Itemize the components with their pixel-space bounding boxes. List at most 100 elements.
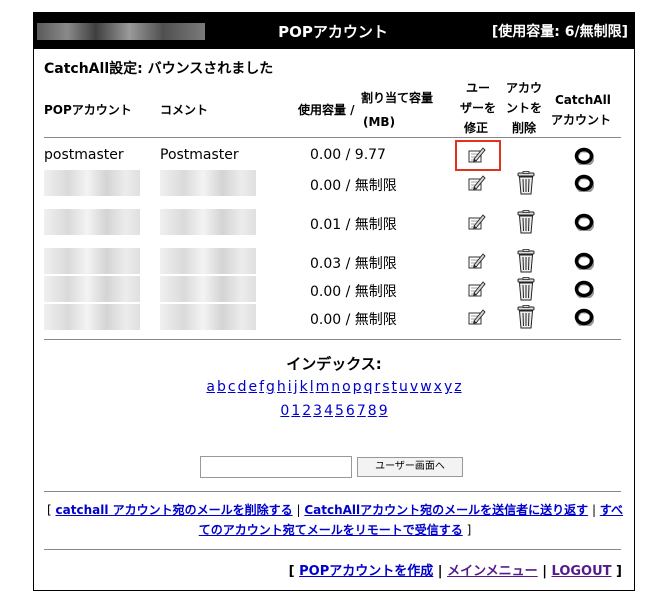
index-letter-h[interactable]: h	[277, 379, 286, 395]
delete-catchall-link[interactable]: catchall アカウント宛のメールを削除する	[56, 503, 293, 517]
separator: |	[433, 564, 448, 579]
index-digit-8[interactable]: 8	[368, 403, 377, 419]
table-row: postmaster Postmaster 0.00 / 9.77	[34, 143, 634, 169]
col-header-comment: コメント	[160, 103, 209, 117]
redacted-account	[44, 304, 140, 330]
table-row: 0.00 / 無制限	[34, 276, 634, 302]
delete-account-trash-icon[interactable]	[516, 171, 536, 195]
edit-user-icon[interactable]	[467, 307, 487, 327]
separator: |	[588, 503, 600, 517]
col-header-edit-1: ユー	[466, 81, 491, 95]
account-comment: Postmaster	[160, 147, 239, 163]
catchall-ring-icon[interactable]	[574, 147, 594, 165]
page-title: POPアカウント	[278, 23, 388, 41]
col-header-usage: 使用容量 /	[298, 103, 355, 117]
table-divider	[44, 339, 621, 340]
index-letter-s[interactable]: s	[382, 379, 389, 395]
redacted-account	[44, 209, 140, 235]
main-menu-link[interactable]: メインメニュー	[447, 564, 538, 579]
index-letter-f[interactable]: f	[259, 379, 264, 395]
index-letter-x[interactable]: x	[434, 379, 442, 395]
index-digit-3[interactable]: 3	[313, 403, 322, 419]
delete-account-trash-icon[interactable]	[516, 249, 536, 273]
index-letter-l[interactable]: l	[310, 379, 314, 395]
redacted-comment	[160, 276, 256, 302]
edit-user-icon[interactable]	[467, 251, 487, 271]
create-pop-account-link[interactable]: POPアカウントを作成	[299, 564, 433, 579]
redacted-account	[44, 248, 140, 274]
return-catchall-link[interactable]: CatchAllアカウント宛のメールを送信者に送り返す	[304, 503, 588, 517]
footer-nav: [ POPアカウントを作成 | メインメニュー | LOGOUT ]	[289, 560, 622, 579]
title-bar: POPアカウント [使用容量: 6/無制限]	[34, 13, 634, 49]
delete-account-trash-icon[interactable]	[516, 305, 536, 329]
col-header-edit-2: ザーを	[460, 101, 497, 115]
usage-value: 0.00 / 無制限	[310, 312, 397, 328]
col-header-catchall-2: アカウント	[551, 113, 612, 127]
delete-account-trash-icon[interactable]	[516, 210, 536, 234]
bracket-close: ]	[462, 523, 472, 537]
index-letter-t[interactable]: t	[392, 379, 398, 395]
redacted-account	[44, 170, 140, 196]
index-letter-q[interactable]: q	[364, 379, 373, 395]
index-letter-w[interactable]: w	[420, 379, 431, 395]
delete-account-trash-icon[interactable]	[516, 277, 536, 301]
index-letter-g[interactable]: g	[266, 379, 275, 395]
col-header-account: POPアカウント	[44, 103, 132, 117]
separator: |	[292, 503, 305, 517]
redacted-comment	[160, 170, 256, 196]
col-header-catchall-1: CatchAll	[555, 93, 611, 107]
index-letter-y[interactable]: y	[444, 379, 452, 395]
index-digit-5[interactable]: 5	[335, 403, 344, 419]
index-digit-7[interactable]: 7	[357, 403, 366, 419]
index-letter-c[interactable]: c	[228, 379, 236, 395]
index-letter-a[interactable]: a	[206, 379, 215, 395]
col-header-edit-3: 修正	[464, 121, 489, 135]
index-letter-b[interactable]: b	[217, 379, 226, 395]
col-header-delete-1: アカウ	[506, 81, 543, 95]
index-digit-2[interactable]: 2	[302, 403, 311, 419]
index-letter-j[interactable]: j	[294, 379, 298, 395]
catchall-ring-icon[interactable]	[574, 308, 594, 326]
user-search-input[interactable]	[200, 456, 352, 478]
catchall-ring-icon[interactable]	[574, 213, 594, 231]
usage-value: 0.00 / 無制限	[310, 284, 397, 300]
index-letter-r[interactable]: r	[374, 379, 380, 395]
index-letter-v[interactable]: v	[410, 379, 418, 395]
user-screen-button[interactable]: ユーザー画面へ	[357, 457, 463, 477]
index-letter-z[interactable]: z	[454, 379, 461, 395]
catchall-ring-icon[interactable]	[574, 252, 594, 270]
index-digit-0[interactable]: 0	[280, 403, 289, 419]
index-digit-1[interactable]: 1	[291, 403, 300, 419]
edit-user-icon[interactable]	[467, 279, 487, 299]
links-divider-bottom	[44, 549, 621, 550]
index-letter-u[interactable]: u	[399, 379, 408, 395]
index-letter-i[interactable]: i	[288, 379, 292, 395]
usage-value: 0.01 / 無制限	[310, 217, 397, 233]
catchall-ring-icon[interactable]	[574, 174, 594, 192]
index-letter-e[interactable]: e	[248, 379, 257, 395]
redacted-comment	[160, 209, 256, 235]
index-letter-o[interactable]: o	[342, 379, 351, 395]
header-divider	[44, 137, 621, 138]
edit-user-icon[interactable]	[467, 173, 487, 193]
index-letter-d[interactable]: d	[238, 379, 247, 395]
index-digit-9[interactable]: 9	[379, 403, 388, 419]
col-header-delete-2: ントを	[506, 101, 543, 115]
redacted-account	[44, 276, 140, 302]
index-letter-k[interactable]: k	[300, 379, 308, 395]
index-title: インデックス:	[286, 355, 382, 373]
index-digit-4[interactable]: 4	[324, 403, 333, 419]
logout-link[interactable]: LOGOUT	[552, 564, 612, 579]
index-letters: abcdefghijklmnopqrstuvwxyz	[34, 379, 634, 395]
catchall-actions: [ catchall アカウント宛のメールを削除する | CatchAllアカウ…	[46, 500, 624, 540]
account-name: postmaster	[44, 147, 124, 163]
catchall-ring-icon[interactable]	[574, 280, 594, 298]
edit-user-icon[interactable]	[467, 212, 487, 232]
index-letter-n[interactable]: n	[331, 379, 340, 395]
index-letter-p[interactable]: p	[353, 379, 362, 395]
index-digit-6[interactable]: 6	[346, 403, 355, 419]
col-header-quota: 割り当て容量	[361, 91, 434, 105]
bracket-open: [	[288, 564, 300, 579]
separator: |	[537, 564, 552, 579]
index-letter-m[interactable]: m	[316, 379, 330, 395]
